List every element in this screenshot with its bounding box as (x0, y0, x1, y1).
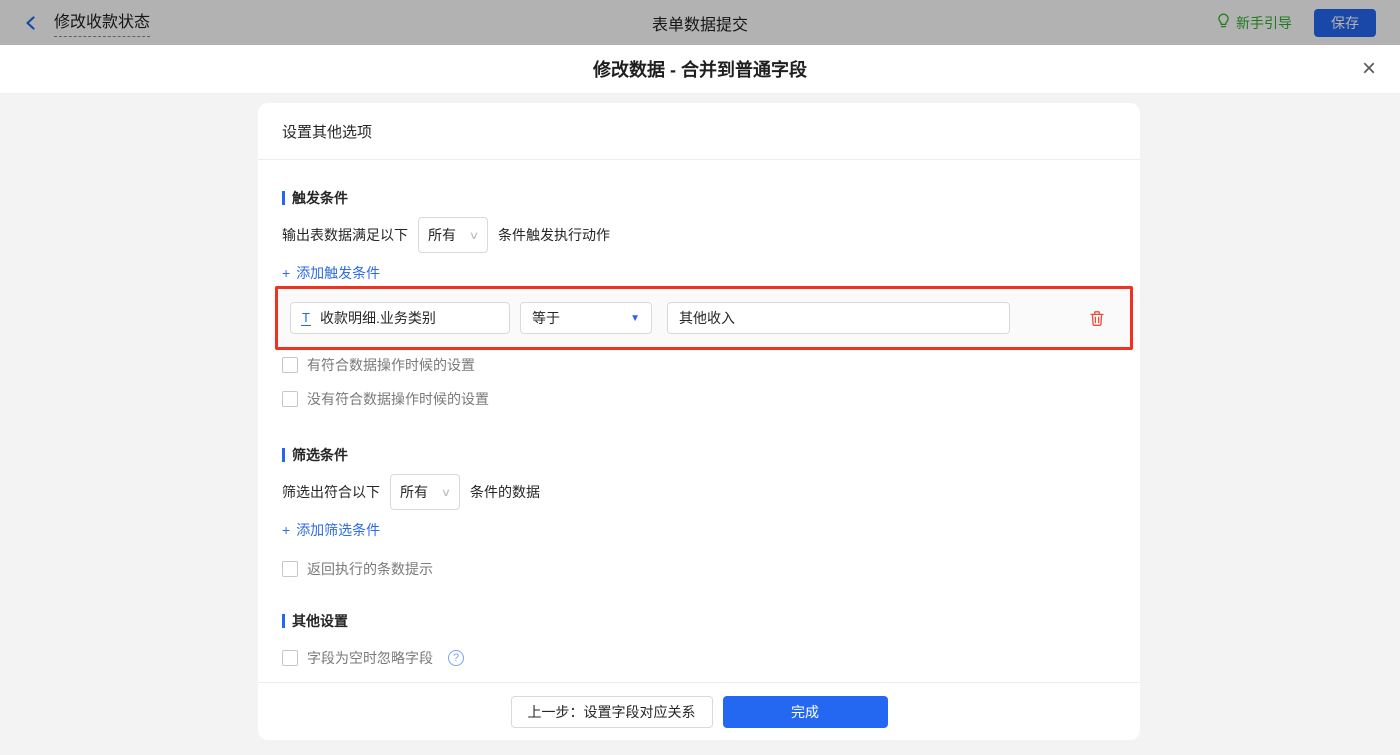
condition-value-input[interactable]: 其他收入 (667, 302, 1010, 334)
add-trigger-condition-link[interactable]: + 添加触发条件 (282, 263, 380, 283)
condition-row: T 收款明细.业务类别 等于 ▼ 其他收入 (278, 289, 1130, 347)
text-field-type-icon: T (301, 309, 311, 326)
plus-icon: + (282, 522, 291, 538)
delete-condition-button[interactable] (1089, 310, 1105, 327)
dialog-header: 修改数据 - 合并到普通字段 × (0, 45, 1400, 94)
beginner-guide-label: 新手引导 (1236, 14, 1292, 31)
other-section-title: 其他设置 (282, 611, 1116, 631)
checkbox-unchecked[interactable] (282, 357, 298, 373)
checkbox-row-return-count[interactable]: 返回执行的条数提示 (282, 559, 1116, 579)
page-title: 表单数据提交 (651, 16, 749, 34)
trash-icon (1090, 310, 1104, 326)
chevron-down-icon: ∨ (440, 486, 452, 499)
filter-match-mode-select[interactable]: 所有 ∨ (390, 474, 460, 510)
workflow-title[interactable]: 修改收款状态 (54, 8, 151, 37)
top-bar: 修改收款状态 表单数据提交 新手引导 保存 (0, 0, 1400, 45)
plus-icon: + (282, 265, 291, 281)
trigger-section-title: 触发条件 (282, 188, 1116, 208)
highlight-annotation-box: T 收款明细.业务类别 等于 ▼ 其他收入 (275, 286, 1133, 350)
condition-field-select[interactable]: T 收款明细.业务类别 (290, 302, 510, 334)
dialog-title: 修改数据 - 合并到普通字段 (593, 60, 807, 80)
previous-step-button[interactable]: 上一步：设置字段对应关系 (510, 695, 713, 728)
card-section-header: 设置其他选项 (258, 103, 1140, 160)
filter-section-title: 筛选条件 (282, 445, 1116, 465)
dialog-footer: 上一步：设置字段对应关系 完成 (258, 682, 1140, 740)
caret-down-icon: ▼ (630, 312, 640, 324)
add-filter-condition-link[interactable]: + 添加筛选条件 (282, 520, 380, 540)
checkbox-unchecked[interactable] (282, 650, 298, 666)
checkbox-unchecked[interactable] (282, 561, 298, 577)
checkbox-row-no-match[interactable]: 没有符合数据操作时候的设置 (282, 389, 1116, 409)
dialog-body: 设置其他选项 触发条件 输出表数据满足以下 所有 ∨ 条件触发执行动作 + 添加… (0, 94, 1400, 755)
chevron-down-icon: ∨ (468, 229, 480, 242)
condition-operator-select[interactable]: 等于 ▼ (520, 302, 652, 334)
card-content: 触发条件 输出表数据满足以下 所有 ∨ 条件触发执行动作 + 添加触发条件 T (258, 160, 1140, 682)
checkbox-unchecked[interactable] (282, 391, 298, 407)
done-button[interactable]: 完成 (722, 695, 888, 728)
lightbulb-icon (1216, 13, 1231, 32)
save-button[interactable]: 保存 (1314, 8, 1376, 37)
section-accent-bar (282, 191, 285, 205)
checkbox-row-has-match[interactable]: 有符合数据操作时候的设置 (282, 355, 1116, 375)
close-icon[interactable]: × (1362, 57, 1376, 81)
trigger-condition-line: 输出表数据满足以下 所有 ∨ 条件触发执行动作 (282, 217, 1116, 253)
trigger-match-mode-select[interactable]: 所有 ∨ (418, 217, 488, 253)
beginner-guide-link[interactable]: 新手引导 (1216, 13, 1292, 33)
filter-line-suffix: 条件的数据 (470, 484, 540, 500)
section-accent-bar (282, 448, 285, 462)
trigger-line-suffix: 条件触发执行动作 (498, 227, 610, 243)
help-question-icon[interactable]: ? (448, 650, 464, 666)
back-chevron-icon[interactable] (24, 15, 38, 30)
section-accent-bar (282, 614, 285, 628)
checkbox-row-ignore-empty[interactable]: 字段为空时忽略字段 ? (282, 648, 1116, 668)
filter-line-prefix: 筛选出符合以下 (282, 484, 380, 500)
filter-condition-line: 筛选出符合以下 所有 ∨ 条件的数据 (282, 474, 1116, 510)
settings-card: 设置其他选项 触发条件 输出表数据满足以下 所有 ∨ 条件触发执行动作 + 添加… (258, 103, 1140, 740)
trigger-line-prefix: 输出表数据满足以下 (282, 227, 408, 243)
